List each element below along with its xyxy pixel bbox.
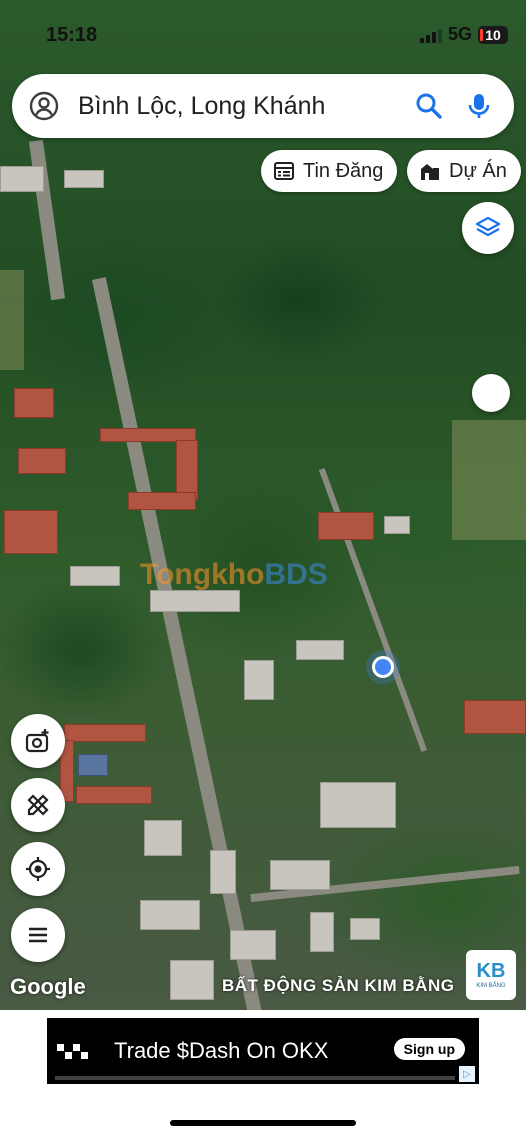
google-attribution: Google bbox=[10, 974, 86, 999]
location-marker[interactable] bbox=[372, 656, 394, 678]
account-icon[interactable] bbox=[28, 90, 60, 122]
map-building bbox=[170, 960, 214, 1000]
layers-button[interactable] bbox=[462, 202, 514, 254]
logo-caption: KIM BẰNG bbox=[476, 983, 506, 989]
okx-logo-icon bbox=[57, 1043, 88, 1059]
add-photo-button[interactable] bbox=[11, 714, 65, 768]
map-building bbox=[144, 820, 182, 856]
map-building bbox=[0, 166, 44, 192]
agency-label: BẤT ĐỘNG SẢN KIM BẰNG bbox=[222, 976, 455, 995]
chip-label: Dự Án bbox=[449, 159, 507, 182]
map-building bbox=[140, 900, 200, 930]
map-field bbox=[452, 420, 526, 540]
map-watermark: TongkhoBDS bbox=[140, 558, 328, 592]
map-building bbox=[320, 782, 396, 828]
map-building bbox=[4, 510, 58, 554]
map-building bbox=[70, 566, 120, 586]
signal-icon bbox=[419, 27, 442, 43]
map-road bbox=[28, 139, 66, 301]
watermark-text: Tongkho bbox=[140, 558, 265, 591]
crosshair-icon bbox=[26, 857, 50, 881]
map-building bbox=[76, 786, 152, 804]
map-building bbox=[18, 448, 66, 474]
microphone-icon[interactable] bbox=[464, 91, 494, 121]
battery-icon: 10 bbox=[478, 25, 508, 44]
calendar-list-icon bbox=[274, 162, 294, 180]
map-building bbox=[270, 860, 330, 890]
home-indicator[interactable] bbox=[170, 1120, 356, 1126]
compass-button[interactable] bbox=[472, 374, 510, 412]
map-building bbox=[230, 930, 276, 960]
map-building bbox=[244, 660, 274, 700]
map-building bbox=[350, 918, 380, 940]
logo-mark: KB bbox=[476, 960, 506, 982]
layers-icon bbox=[475, 216, 501, 237]
map-building bbox=[64, 170, 104, 188]
ad-headline: Trade $Dash On OKX bbox=[114, 1038, 329, 1063]
status-bar: 15:18 5G 10 bbox=[0, 18, 526, 52]
search-icon[interactable] bbox=[414, 91, 444, 121]
map-building bbox=[384, 516, 410, 534]
map-building bbox=[150, 590, 240, 612]
chip-label: Tin Đăng bbox=[303, 159, 384, 182]
network-type: 5G bbox=[447, 24, 472, 44]
ad-signup-button[interactable]: Sign up bbox=[393, 1038, 465, 1060]
map-building bbox=[64, 724, 146, 742]
chip-tin-dang[interactable]: Tin Đăng bbox=[261, 150, 398, 192]
hamburger-menu-icon bbox=[29, 927, 47, 943]
measure-button[interactable] bbox=[11, 778, 65, 832]
adchoices-icon[interactable]: ▷ bbox=[459, 1066, 475, 1082]
map-building bbox=[464, 700, 526, 734]
map-building bbox=[128, 492, 196, 510]
buildings-icon bbox=[421, 164, 439, 180]
kim-bang-logo[interactable]: KB KIM BẰNG bbox=[466, 950, 516, 1000]
map-field bbox=[0, 270, 24, 370]
chip-du-an[interactable]: Dự Án bbox=[407, 150, 521, 192]
add-photo-icon bbox=[25, 729, 49, 753]
map-building bbox=[210, 850, 236, 894]
status-time: 15:18 bbox=[46, 24, 98, 46]
ad-banner[interactable]: Trade $Dash On OKX Sign up ▷ bbox=[47, 1018, 479, 1084]
map-building bbox=[176, 440, 198, 500]
search-query[interactable]: Bình Lộc, Long Khánh bbox=[78, 92, 414, 121]
map-road bbox=[318, 468, 428, 752]
menu-button[interactable] bbox=[11, 908, 65, 962]
ad-disclaimer bbox=[55, 1076, 455, 1080]
watermark-text-accent: BDS bbox=[264, 558, 328, 591]
battery-level: 10 bbox=[485, 26, 501, 43]
map-building bbox=[296, 640, 344, 660]
search-bar[interactable]: Bình Lộc, Long Khánh bbox=[12, 74, 514, 138]
map-building bbox=[318, 512, 374, 540]
map-building bbox=[310, 912, 334, 952]
ruler-pencil-icon bbox=[27, 794, 49, 816]
map-building bbox=[14, 388, 54, 418]
map-building bbox=[78, 754, 108, 776]
my-location-button[interactable] bbox=[11, 842, 65, 896]
